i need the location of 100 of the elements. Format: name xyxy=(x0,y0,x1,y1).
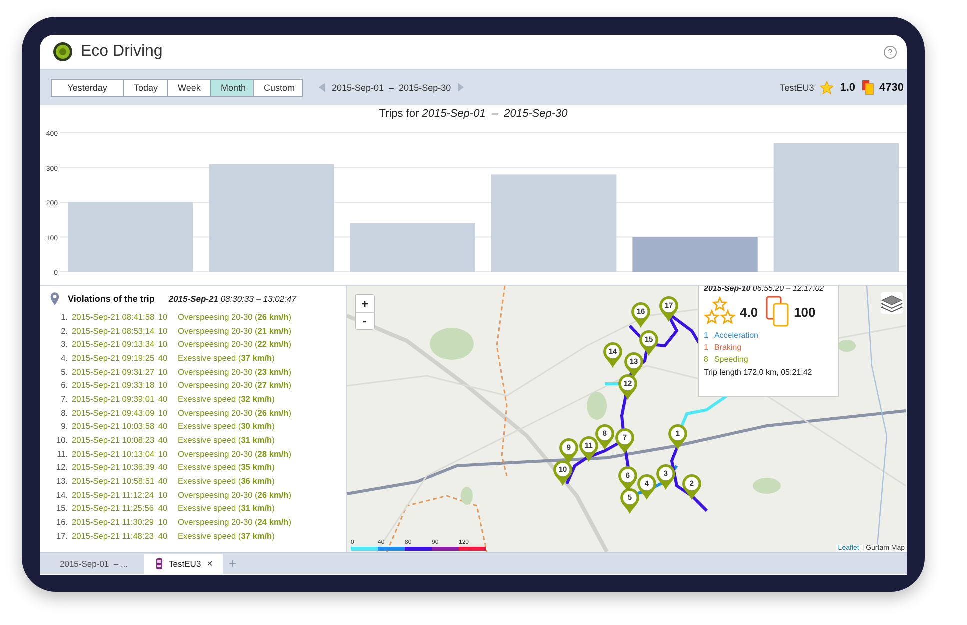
close-button[interactable]: × xyxy=(207,558,214,570)
period-tab[interactable]: Custom xyxy=(253,78,303,96)
violation-description: Exessive speed (32 km/h) xyxy=(178,394,275,404)
trip-bar[interactable] xyxy=(774,143,899,272)
violation-points: 10 xyxy=(157,380,169,390)
violation-time: 2015-Sep-21 11:48:23 xyxy=(72,530,154,541)
row-number: 13. xyxy=(55,476,68,486)
violation-description: Exessive speed (35 km/h) xyxy=(178,462,275,472)
violation-description: Exessive speed (30 km/h) xyxy=(178,421,275,432)
penalty-value: 4730 xyxy=(880,82,904,94)
violation-description: Overspeesing 20-30 (21 km/h) xyxy=(178,326,292,336)
event-count: 1 xyxy=(704,342,708,354)
bottom-tab[interactable]: 2015-Sep-01 – ... xyxy=(48,554,138,574)
violation-description: Overspeesing 20-30 (22 km/h) xyxy=(178,339,292,350)
violation-time: 2015-Sep-21 09:31:27 xyxy=(72,366,154,377)
trip-bar[interactable] xyxy=(492,174,617,272)
star-icon xyxy=(820,80,834,94)
row-number: 3. xyxy=(60,339,68,350)
violation-time: 2015-Sep-21 11:12:24 xyxy=(72,490,154,500)
violation-time: 2015-Sep-21 09:19:25 xyxy=(72,352,154,363)
violation-points: 40 xyxy=(157,462,169,472)
violation-points: 40 xyxy=(157,394,169,404)
trip-length: Trip length 172.0 km, 05:21:42 xyxy=(704,368,814,377)
violation-points: 40 xyxy=(157,476,169,486)
section-title: Violations of the trip xyxy=(68,294,155,304)
popup-rating: 4.0 xyxy=(740,304,758,320)
chart-title: Trips for 2015-Sep-01 – 2015-Sep-30 xyxy=(378,107,569,122)
violation-description: Overspeesing 20-30 (26 km/h) xyxy=(178,490,292,500)
violation-points: 10 xyxy=(157,326,169,336)
violation-points: 40 xyxy=(157,503,169,514)
violation-time: 2015-Sep-21 09:39:01 xyxy=(72,394,154,404)
period-tab[interactable]: Yesterday xyxy=(51,78,124,96)
window-title: Eco Driving xyxy=(81,43,163,61)
penalty-cards-icon xyxy=(766,296,790,328)
violation-points: 10 xyxy=(157,312,169,322)
violation-time: 2015-Sep-21 11:25:56 xyxy=(72,503,154,514)
violation-points: 40 xyxy=(157,530,169,541)
violation-time: 2015-Sep-21 09:13:34 xyxy=(72,339,154,350)
period-tab[interactable]: Week xyxy=(167,78,211,96)
violation-description: Exessive speed (31 km/h) xyxy=(178,435,275,446)
row-number: 16. xyxy=(55,517,68,528)
violation-points: 40 xyxy=(157,435,169,446)
popup-penalty: 100 xyxy=(794,304,816,320)
zoom-out-button[interactable]: - xyxy=(356,312,374,329)
row-number: 1. xyxy=(60,312,68,322)
event-label: Acceleration xyxy=(714,330,758,342)
rating-value: 1.0 xyxy=(840,82,856,94)
violation-points: 40 xyxy=(157,421,169,432)
stars-icon xyxy=(704,297,736,327)
row-number: 7. xyxy=(60,394,68,404)
trip-period: 2015-Sep-21 08:30:33 – 13:02:47 xyxy=(168,294,296,304)
row-number: 17. xyxy=(55,530,68,541)
row-number: 9. xyxy=(60,421,68,432)
violation-points: 10 xyxy=(157,448,169,459)
row-number: 4. xyxy=(60,352,68,363)
violation-description: Exessive speed (37 km/h) xyxy=(178,530,275,541)
trip-bar[interactable] xyxy=(68,202,194,272)
event-label: Braking xyxy=(714,342,742,354)
penalty-cards-icon xyxy=(862,80,874,95)
trip-bar[interactable] xyxy=(350,223,476,272)
row-number: 5. xyxy=(60,366,68,377)
period-tab[interactable]: Today xyxy=(123,78,168,96)
row-number: 8. xyxy=(60,408,68,418)
event-count: 1 xyxy=(704,330,708,342)
row-number: 14. xyxy=(55,490,68,500)
event-count: 8 xyxy=(704,354,708,366)
violation-time: 2015-Sep-21 10:08:23 xyxy=(72,435,154,446)
trip-bar[interactable] xyxy=(209,164,334,272)
violation-points: 40 xyxy=(157,352,169,363)
violation-points: 10 xyxy=(157,339,169,350)
violation-time: 2015-Sep-21 08:41:58 xyxy=(72,312,154,322)
violation-description: Exessive speed (31 km/h) xyxy=(178,503,275,514)
previous-arrow-icon[interactable] xyxy=(319,83,326,92)
help-button[interactable]: ? xyxy=(884,46,897,58)
violation-points: 10 xyxy=(157,366,169,377)
violation-time: 2015-Sep-21 08:53:14 xyxy=(72,326,154,336)
bottom-tab[interactable]: TestEU3 × xyxy=(144,554,224,574)
violation-points: 10 xyxy=(157,408,169,418)
violation-time: 2015-Sep-21 10:36:39 xyxy=(72,462,154,472)
period-tab[interactable]: Month xyxy=(210,78,254,96)
violation-time: 2015-Sep-21 10:13:04 xyxy=(72,448,154,459)
row-number: 10. xyxy=(55,435,68,446)
violation-points: 10 xyxy=(157,517,169,528)
unit-name: TestEU3 xyxy=(780,82,814,92)
next-arrow-icon[interactable] xyxy=(457,83,464,92)
map-pin-icon xyxy=(50,292,60,306)
layers-icon[interactable] xyxy=(881,292,903,314)
violation-time: 2015-Sep-21 09:43:09 xyxy=(72,408,154,418)
violation-description: Overspeesing 20-30 (27 km/h) xyxy=(178,380,292,390)
violation-time: 2015-Sep-21 11:30:29 xyxy=(72,517,154,528)
violation-time: 2015-Sep-21 10:03:58 xyxy=(72,421,154,432)
violation-description: Overspeesing 20-30 (23 km/h) xyxy=(178,366,292,377)
tab-label: TestEU3 xyxy=(169,559,202,569)
row-number: 12. xyxy=(55,462,68,472)
trip-bar[interactable] xyxy=(632,237,758,272)
row-number: 6. xyxy=(60,380,68,390)
tab-label: 2015-Sep-01 – ... xyxy=(60,559,128,569)
violation-time: 2015-Sep-21 10:58:51 xyxy=(72,476,154,486)
row-number: 15. xyxy=(55,503,68,514)
violation-description: Overspeesing 20-30 (24 km/h) xyxy=(178,517,292,528)
